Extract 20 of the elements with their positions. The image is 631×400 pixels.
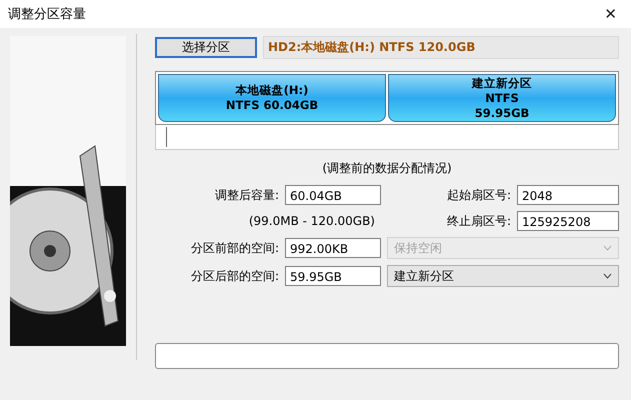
window-title: 调整分区容量 (8, 6, 86, 23)
size-range-text: (99.0MB - 120.00GB) (248, 214, 376, 228)
caption-text: (调整前的数据分配情况) (321, 160, 453, 177)
chevron-down-icon (603, 245, 612, 251)
close-button[interactable]: ✕ (600, 5, 621, 23)
field-label: 分区后部的空间: (190, 268, 280, 284)
size-input-field[interactable]: 60.04GB (285, 185, 381, 205)
space-option-dropdown[interactable]: 建立新分区 (387, 265, 619, 287)
field-label: 终止扇区号: (446, 212, 512, 230)
field-label: 调整后容量: (214, 186, 280, 204)
end-sector-field[interactable]: 125925208 (517, 211, 619, 231)
select-partition-button[interactable]: 选择分区 (155, 37, 257, 58)
partition-block[interactable]: 建立新分区 NTFS 59.95GB (388, 74, 616, 122)
chevron-down-icon (603, 273, 612, 279)
start-sector-field[interactable]: 2048 (517, 185, 619, 205)
partition-block[interactable]: 本地磁盘(H:) NTFS 60.04GB (158, 74, 386, 122)
field-label: 分区前部的空间: (190, 240, 280, 256)
space-input-field[interactable]: 59.95GB (285, 266, 381, 286)
disk-info-text: HD2:本地磁盘(H:) NTFS 120.0GB (263, 36, 619, 59)
field-label: 起始扇区号: (446, 186, 512, 204)
